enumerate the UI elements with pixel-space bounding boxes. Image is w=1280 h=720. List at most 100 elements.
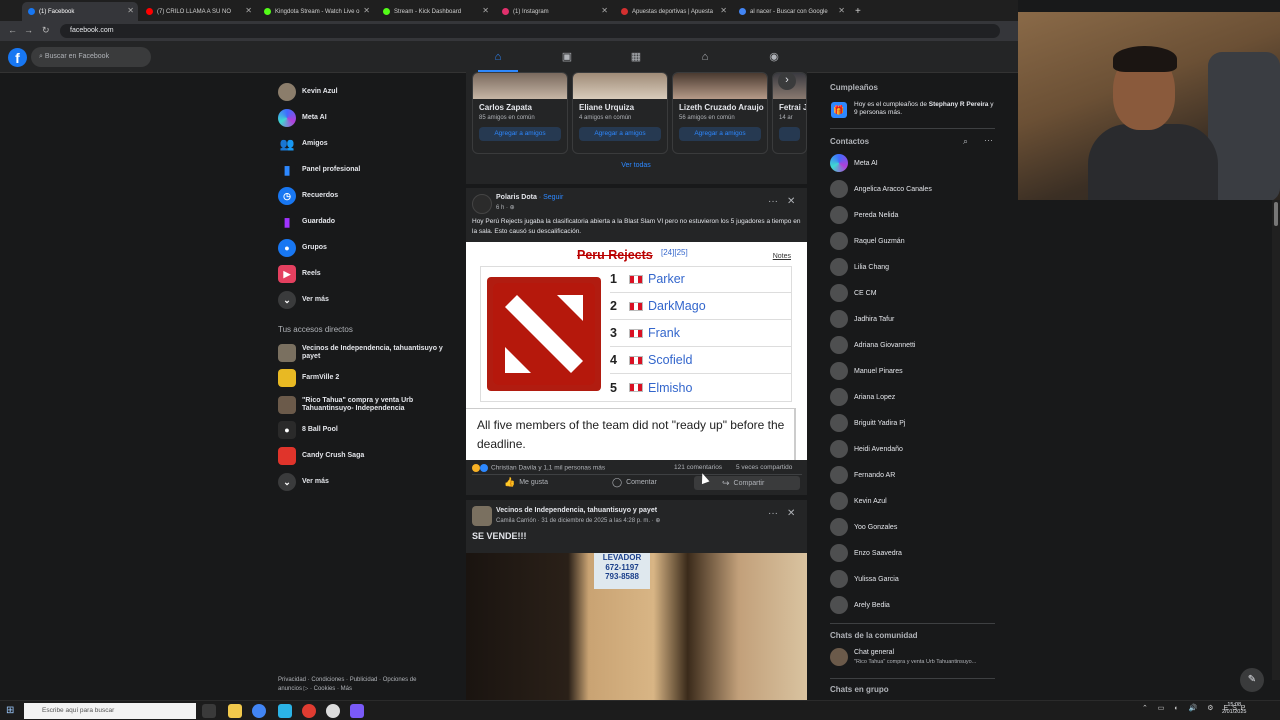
contact-item[interactable]: Ariana Lopez bbox=[830, 388, 895, 406]
shortcut-item[interactable]: FarmVille 2 bbox=[278, 368, 339, 388]
group-name[interactable]: Vecinos de Independencia, tahuantisuyo y… bbox=[496, 507, 657, 514]
add-friend-button[interactable] bbox=[779, 127, 800, 141]
friend-suggestion-card[interactable]: Carlos Zapata 85 amigos en común Agregar… bbox=[472, 72, 568, 154]
opera-icon[interactable] bbox=[302, 704, 316, 718]
group-avatar[interactable] bbox=[472, 506, 492, 526]
shortcuts-see-more[interactable]: ⌄ Ver más bbox=[278, 472, 329, 492]
taskbar-search-input[interactable]: Escribe aquí para buscar bbox=[24, 703, 196, 719]
sidebar-item-memories[interactable]: ◷ Recuerdos bbox=[278, 186, 338, 206]
gaming-icon[interactable]: ◉ bbox=[767, 50, 781, 64]
post-author[interactable]: Polaris Dota · Seguir bbox=[496, 194, 563, 201]
contact-item[interactable]: Pereda Nelida bbox=[830, 206, 898, 224]
see-all-link[interactable]: Ver todas bbox=[472, 162, 800, 169]
more-options-icon[interactable]: ··· bbox=[768, 196, 778, 207]
sidebar-item-professional-dashboard[interactable]: ▮ Panel profesional bbox=[278, 160, 360, 180]
footer-links[interactable]: Privacidad · Condiciones · Publicidad · … bbox=[278, 676, 438, 694]
contact-item[interactable]: Enzo Saavedra bbox=[830, 544, 902, 562]
post-photo[interactable]: LEVADOR 672-1197 793-8588 bbox=[466, 553, 807, 700]
like-button[interactable]: 👍 Me gusta bbox=[504, 477, 548, 488]
post-image[interactable]: Peru Rejects [24][25] Notes 1 Parker 2 D… bbox=[466, 242, 807, 460]
community-chat-name[interactable]: Chat general bbox=[854, 649, 894, 656]
contact-item[interactable]: Adriana Giovannetti bbox=[830, 336, 915, 354]
add-friend-button[interactable]: Agregar a amigos bbox=[479, 127, 561, 141]
more-options-icon[interactable]: ··· bbox=[984, 135, 993, 145]
close-tab-icon[interactable]: ✕ bbox=[245, 6, 252, 15]
close-tab-icon[interactable]: ✕ bbox=[838, 6, 845, 15]
chrome-icon[interactable] bbox=[252, 704, 266, 718]
home-icon[interactable]: ⌂ bbox=[491, 50, 505, 64]
follow-link[interactable]: · Seguir bbox=[539, 194, 564, 201]
add-friend-button[interactable]: Agregar a amigos bbox=[679, 127, 761, 141]
tab-youtube[interactable]: (7) CRILO LLAMA A SU NO ✕ bbox=[140, 2, 256, 21]
tab-kick-dashboard[interactable]: Stream - Kick Dashboard ✕ bbox=[377, 2, 493, 21]
tab-facebook[interactable]: (1) Facebook ✕ bbox=[22, 2, 138, 21]
scrollbar-thumb[interactable] bbox=[1274, 202, 1278, 226]
sidebar-item-meta-ai[interactable]: Meta AI bbox=[278, 108, 327, 128]
shortcut-item[interactable]: ● 8 Ball Pool bbox=[278, 420, 338, 440]
contact-item[interactable]: Yoo Gonzales bbox=[830, 518, 897, 536]
close-tab-icon[interactable]: ✕ bbox=[363, 6, 370, 15]
taskbar-clock[interactable]: 15:08 2/01/2025 bbox=[1222, 702, 1246, 716]
more-options-icon[interactable]: ··· bbox=[768, 508, 778, 519]
facebook-search-input[interactable]: ⌕ Buscar en Facebook bbox=[31, 47, 151, 67]
sidebar-item-profile[interactable]: Kevin Azul bbox=[278, 82, 338, 102]
file-explorer-icon[interactable] bbox=[228, 704, 242, 718]
back-arrow-icon[interactable]: ← bbox=[8, 25, 17, 35]
birthday-notice[interactable]: Hoy es el cumpleaños de Stephany R Perei… bbox=[854, 101, 994, 118]
tab-apuestas[interactable]: Apuestas deportivas | Apuesta ✕ bbox=[615, 2, 731, 21]
reactions-summary[interactable]: Christian Davila y 1,1 mil personas más bbox=[472, 464, 605, 472]
close-tab-icon[interactable]: ✕ bbox=[601, 6, 608, 15]
contact-item[interactable]: Manuel Pinares bbox=[830, 362, 903, 380]
task-view-icon[interactable] bbox=[202, 704, 216, 718]
contact-item[interactable]: Lilia Chang bbox=[830, 258, 889, 276]
close-tab-icon[interactable]: ✕ bbox=[127, 6, 134, 15]
post-timestamp[interactable]: 6 h · ⊕ bbox=[496, 204, 515, 211]
sidebar-see-more[interactable]: ⌄ Ver más bbox=[278, 290, 329, 310]
friend-suggestion-card[interactable]: Lizeth Cruzado Araujo 56 amigos en común… bbox=[672, 72, 768, 154]
contact-item[interactable]: Yulissa Garcia bbox=[830, 570, 899, 588]
facebook-logo-icon[interactable]: f bbox=[8, 48, 27, 67]
windows-start-icon[interactable]: ⊞ bbox=[6, 705, 17, 716]
contact-item[interactable]: Jadhira Tafur bbox=[830, 310, 894, 328]
add-friend-button[interactable]: Agregar a amigos bbox=[579, 127, 661, 141]
shortcut-item[interactable]: Candy Crush Saga bbox=[278, 446, 364, 466]
app-icon[interactable] bbox=[350, 704, 364, 718]
new-message-icon[interactable]: ✎ bbox=[1240, 668, 1264, 692]
comment-button[interactable]: ◯ Comentar bbox=[612, 477, 657, 488]
post-timestamp[interactable]: Camila Carrión · 31 de diciembre de 2025… bbox=[496, 517, 660, 524]
scrollbar[interactable] bbox=[1272, 200, 1280, 680]
shares-count[interactable]: 5 veces compartido bbox=[736, 464, 792, 471]
contact-item[interactable]: Fernando AR bbox=[830, 466, 895, 484]
search-contacts-icon[interactable]: ⌕ bbox=[963, 136, 968, 147]
tab-kick-stream[interactable]: Kingdota Stream - Watch Live o ✕ bbox=[258, 2, 374, 21]
contact-item[interactable]: Angelica Aracco Canales bbox=[830, 180, 932, 198]
marketplace-icon[interactable]: ⌂ bbox=[698, 50, 712, 64]
sidebar-item-groups[interactable]: ● Grupos bbox=[278, 238, 327, 258]
author-name[interactable]: Polaris Dota bbox=[496, 194, 537, 201]
close-icon[interactable]: ✕ bbox=[787, 196, 795, 207]
contact-item[interactable]: Arely Bedia bbox=[830, 596, 890, 614]
contact-item[interactable]: Kevin Azul bbox=[830, 492, 887, 510]
community-chat-avatar[interactable] bbox=[830, 648, 848, 666]
page-avatar[interactable] bbox=[472, 194, 492, 214]
close-tab-icon[interactable]: ✕ bbox=[720, 6, 727, 15]
contact-item[interactable]: Briguitt Yadira Pj bbox=[830, 414, 906, 432]
shortcut-item[interactable]: "Rico Tahua" compra y venta Urb Tahuanti… bbox=[278, 394, 452, 416]
calendar-icon[interactable]: ▦ bbox=[629, 50, 643, 64]
contact-item[interactable]: Raquel Guzmán bbox=[830, 232, 905, 250]
contact-item[interactable]: Heidi Avendaño bbox=[830, 440, 903, 458]
edge-icon[interactable] bbox=[278, 704, 292, 718]
share-button[interactable]: ↪ Compartir bbox=[694, 476, 800, 490]
address-bar[interactable]: facebook.com bbox=[60, 24, 1000, 38]
next-arrow-icon[interactable]: › bbox=[778, 72, 796, 90]
sidebar-item-saved[interactable]: ▮ Guardado bbox=[278, 212, 335, 232]
shortcut-item[interactable]: Vecinos de Independencia, tahuantisuyo y… bbox=[278, 342, 452, 364]
close-tab-icon[interactable]: ✕ bbox=[482, 6, 489, 15]
close-icon[interactable]: ✕ bbox=[787, 508, 795, 519]
friend-suggestion-card[interactable]: Eliane Urquiza 4 amigos en común Agregar… bbox=[572, 72, 668, 154]
video-icon[interactable]: ▣ bbox=[560, 50, 574, 64]
settings-icon[interactable] bbox=[326, 704, 340, 718]
reload-icon[interactable]: ↻ bbox=[42, 25, 50, 36]
contact-item[interactable]: CE CM bbox=[830, 284, 877, 302]
tab-instagram[interactable]: (1) Instagram ✕ bbox=[496, 2, 612, 21]
